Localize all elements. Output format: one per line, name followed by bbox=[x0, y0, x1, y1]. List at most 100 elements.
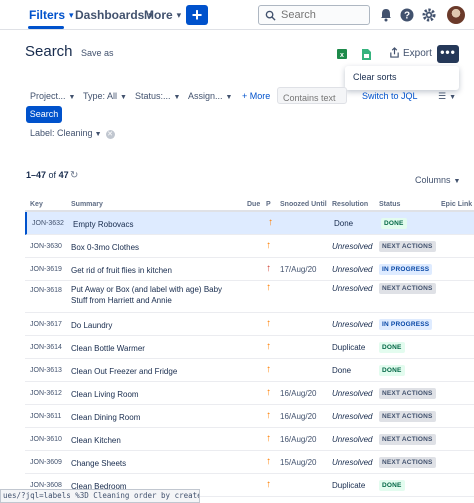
create-button[interactable]: + bbox=[186, 5, 208, 25]
table-header: Key Summary Due P Snoozed Until Resoluti… bbox=[25, 198, 474, 212]
issue-key[interactable]: JON-3630 bbox=[30, 243, 62, 250]
nav-dashboards-label: Dashboards bbox=[75, 8, 145, 22]
status-badge[interactable]: IN PROGRESS bbox=[379, 264, 433, 275]
menu-item-clear-sorts[interactable]: Clear sorts bbox=[353, 72, 397, 82]
table-row[interactable]: JON-3619 Get rid of fruit flies in kitche… bbox=[25, 258, 474, 281]
status-badge[interactable]: NEXT ACTIONS bbox=[379, 434, 436, 445]
help-icon[interactable]: ? bbox=[399, 7, 415, 23]
table-row[interactable]: JON-3630 Box 0-3mo Clothes ↑ Unresolved NEXT… bbox=[25, 235, 474, 258]
excel-export-icon[interactable]: x bbox=[337, 49, 347, 59]
status-badge[interactable]: DONE bbox=[379, 342, 405, 353]
issue-key[interactable]: JON-3611 bbox=[30, 413, 61, 420]
results-range: 1–47 bbox=[26, 170, 47, 180]
clear-filter-icon[interactable]: ✕ bbox=[105, 130, 115, 139]
status-badge[interactable]: DONE bbox=[379, 480, 405, 491]
priority-arrow-icon: ↑ bbox=[266, 282, 271, 293]
issue-key[interactable]: JON-3610 bbox=[30, 436, 62, 443]
filter-status-label: Status:... bbox=[135, 91, 171, 101]
nav-dashboards[interactable]: Dashboards ▾ bbox=[75, 8, 153, 22]
filter-type-label: Type: All bbox=[83, 91, 118, 101]
resolution: Done bbox=[334, 219, 354, 228]
issue-summary[interactable]: Clean Kitchen bbox=[71, 435, 239, 446]
label-filter-chip[interactable]: Label: Cleaning ▼ ✕ bbox=[30, 128, 115, 139]
column-header-epic-link[interactable]: Epic Link bbox=[441, 201, 472, 208]
search-input[interactable] bbox=[281, 8, 367, 22]
status-badge[interactable]: NEXT ACTIONS bbox=[379, 457, 436, 468]
issue-key[interactable]: JON-3618 bbox=[30, 287, 62, 294]
status-badge[interactable]: NEXT ACTIONS bbox=[379, 241, 436, 252]
issue-summary[interactable]: Box 0-3mo Clothes bbox=[71, 242, 239, 253]
view-toggle[interactable]: ☰ ▼ bbox=[438, 91, 456, 102]
column-header-priority[interactable]: P bbox=[266, 201, 271, 208]
table-row[interactable]: JON-3617 Do Laundry ↑ Unresolved IN PROGRESS bbox=[25, 313, 474, 336]
table-row[interactable]: JON-3611 Clean Dining Room ↑ 16/Aug/20 Unres… bbox=[25, 405, 474, 428]
more-filters-button[interactable]: + More bbox=[242, 91, 270, 101]
issue-key[interactable]: JON-3617 bbox=[30, 321, 62, 328]
filter-type[interactable]: Type: All ▼ bbox=[83, 91, 127, 101]
column-header-resolution[interactable]: Resolution bbox=[332, 201, 368, 208]
issue-summary[interactable]: Get rid of fruit flies in kitchen bbox=[71, 265, 239, 276]
contains-text-field[interactable] bbox=[277, 87, 347, 105]
issue-summary[interactable]: Clean Bottle Warmer bbox=[71, 343, 239, 354]
table-row[interactable]: JON-3612 Clean Living Room ↑ 16/Aug/20 Unres… bbox=[25, 382, 474, 405]
filter-status[interactable]: Status:... ▼ bbox=[135, 91, 180, 101]
column-header-status[interactable]: Status bbox=[379, 201, 400, 208]
issue-summary[interactable]: Clean Dining Room bbox=[71, 412, 239, 423]
issue-summary[interactable]: Change Sheets bbox=[71, 458, 239, 469]
chevron-down-icon: ▼ bbox=[453, 178, 461, 185]
switch-to-jql-link[interactable]: Switch to JQL bbox=[362, 91, 418, 101]
issue-summary[interactable]: Clean Out Freezer and Fridge bbox=[71, 366, 239, 377]
status-badge[interactable]: DONE bbox=[381, 218, 407, 229]
priority-arrow-icon: ↑ bbox=[266, 479, 271, 490]
issue-key[interactable]: JON-3613 bbox=[30, 367, 62, 374]
table-row[interactable]: JON-3609 Change Sheets ↑ 15/Aug/20 Unresolve… bbox=[25, 451, 474, 474]
status-badge[interactable]: NEXT ACTIONS bbox=[379, 388, 436, 399]
chevron-down-icon: ▼ bbox=[449, 94, 457, 101]
nav-active-indicator bbox=[28, 26, 64, 29]
issue-key[interactable]: JON-3612 bbox=[30, 390, 62, 397]
search-button[interactable]: Search bbox=[26, 106, 62, 123]
status-badge[interactable]: NEXT ACTIONS bbox=[379, 411, 436, 422]
global-search[interactable] bbox=[258, 5, 370, 25]
issue-key[interactable]: JON-3614 bbox=[30, 344, 62, 351]
issue-key[interactable]: JON-3609 bbox=[30, 459, 62, 466]
issue-summary[interactable]: Do Laundry bbox=[71, 320, 239, 331]
chevron-down-icon: ▼ bbox=[68, 94, 76, 101]
filter-assignee[interactable]: Assign... ▼ bbox=[188, 91, 232, 101]
table-row[interactable]: JON-3614 Clean Bottle Warmer ↑ Duplicate DON… bbox=[25, 336, 474, 359]
resolution: Duplicate bbox=[332, 481, 366, 490]
table-row[interactable]: JON-3618 Put Away or Box (and label with … bbox=[25, 281, 474, 313]
filter-project[interactable]: Project... ▼ bbox=[30, 91, 75, 101]
issue-key[interactable]: JON-3619 bbox=[30, 266, 62, 273]
settings-gear-icon[interactable] bbox=[421, 7, 437, 23]
issue-key[interactable]: JON-3608 bbox=[30, 482, 62, 489]
save-as-button[interactable]: Save as bbox=[81, 48, 114, 58]
column-header-snoozed-until[interactable]: Snoozed Until bbox=[280, 201, 327, 208]
contains-text-input[interactable] bbox=[283, 91, 345, 105]
snoozed-until: 16/Aug/20 bbox=[280, 389, 317, 398]
issue-key[interactable]: JON-3632 bbox=[32, 220, 64, 227]
column-header-summary[interactable]: Summary bbox=[71, 201, 103, 208]
avatar[interactable] bbox=[447, 6, 465, 24]
issue-summary[interactable]: Empty Robovacs bbox=[73, 219, 241, 230]
nav-more-label: More bbox=[144, 8, 173, 22]
status-badge[interactable]: DONE bbox=[379, 365, 405, 376]
more-actions-button[interactable]: ••• bbox=[437, 45, 459, 63]
table-row[interactable]: JON-3613 Clean Out Freezer and Fridge ↑ Don… bbox=[25, 359, 474, 382]
table-row[interactable]: JON-3632 Empty Robovacs ↑ Done DONE bbox=[25, 212, 474, 235]
filter-assignee-label: Assign... bbox=[188, 91, 223, 101]
status-badge[interactable]: NEXT ACTIONS bbox=[379, 283, 436, 294]
status-badge[interactable]: IN PROGRESS bbox=[379, 319, 433, 330]
column-header-key[interactable]: Key bbox=[30, 201, 43, 208]
notification-bell-icon[interactable] bbox=[378, 7, 394, 23]
nav-more[interactable]: More ▾ bbox=[144, 8, 181, 22]
column-header-due[interactable]: Due bbox=[247, 201, 260, 208]
chevron-down-icon: ▾ bbox=[69, 10, 74, 20]
nav-filters[interactable]: Filters ▾ bbox=[29, 8, 74, 22]
spreadsheet-icon[interactable] bbox=[362, 49, 371, 60]
table-row[interactable]: JON-3610 Clean Kitchen ↑ 16/Aug/20 Unresolve… bbox=[25, 428, 474, 451]
columns-button[interactable]: Columns ▼ bbox=[415, 175, 460, 185]
refresh-icon[interactable]: ↻ bbox=[70, 170, 78, 181]
issue-summary[interactable]: Clean Living Room bbox=[71, 389, 239, 400]
issue-summary[interactable]: Put Away or Box (and label with age) Bab… bbox=[71, 284, 239, 306]
